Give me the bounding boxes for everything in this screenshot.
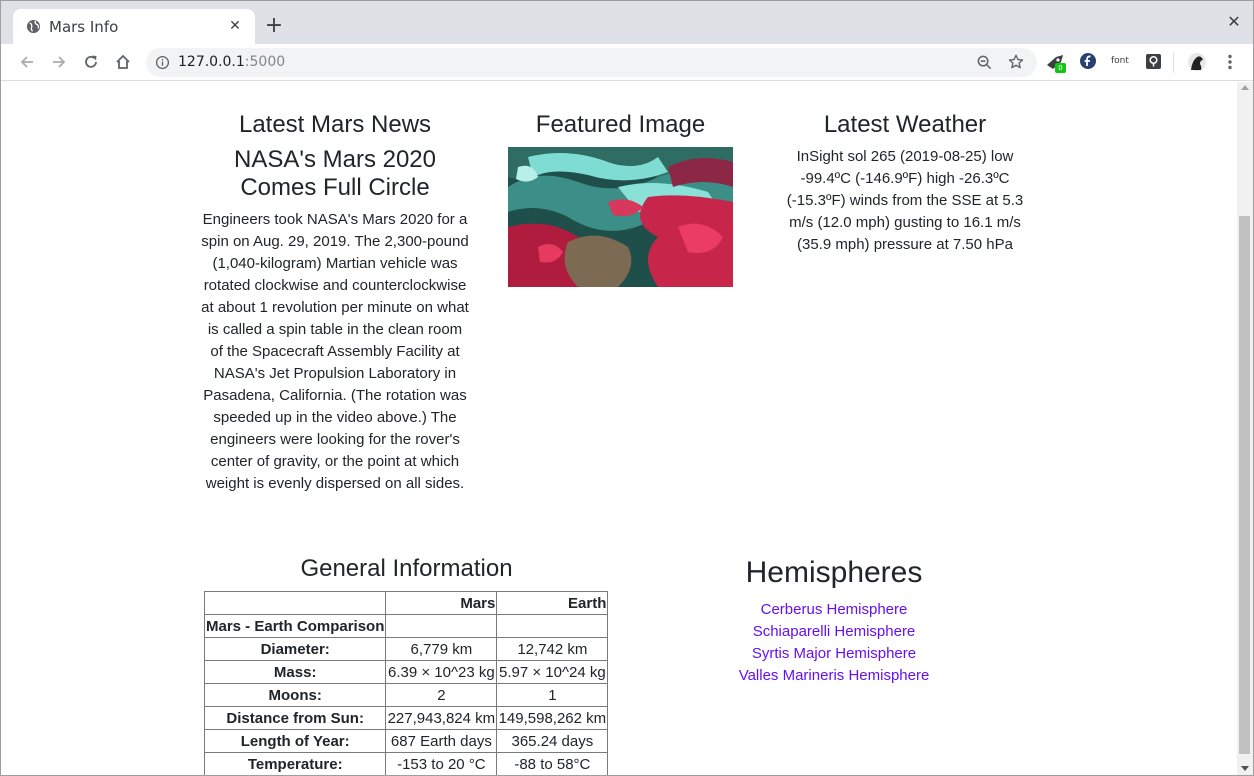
hemisphere-link-schiaparelli[interactable]: Schiaparelli Hemisphere: [734, 621, 934, 643]
bookmark-star-icon[interactable]: [1007, 53, 1025, 71]
window-close-icon[interactable]: ✕: [1225, 13, 1243, 31]
weather-report: InSight sol 265 (2019-08-25) low -99.4ºC…: [786, 148, 1024, 253]
news-headline: NASA's Mars 2020 Comes Full Circle: [234, 146, 436, 201]
table-index-header: Mars - Earth Comparison: [203, 614, 387, 638]
reload-button[interactable]: [80, 51, 102, 73]
table-row: Distance from Sun: 227,943,824 km 149,59…: [203, 706, 609, 730]
globe-icon: [26, 19, 41, 34]
extension-spaceship-icon[interactable]: 0: [1045, 51, 1067, 73]
table-empty-cell: [385, 614, 498, 638]
table-header-earth: Earth: [496, 591, 609, 615]
browser-window: Mars Info ✕ + ✕ 127.0.0.1:5000 0 font La…: [0, 0, 1254, 776]
table-cell-mars: 227,943,824 km: [385, 706, 498, 730]
back-arrow-icon: [20, 56, 33, 68]
table-row: Diameter: 6,779 km 12,742 km: [203, 637, 609, 661]
back-button[interactable]: [16, 51, 38, 73]
scrollbar-thumb[interactable]: [1239, 216, 1250, 754]
table-row-label: Length of Year:: [203, 729, 387, 753]
hemispheres-section-title: Hemispheres: [745, 556, 923, 589]
toolbar-separator: [1173, 53, 1174, 73]
profile-avatar[interactable]: [1186, 51, 1208, 73]
address-bar[interactable]: 127.0.0.1:5000: [146, 48, 1037, 77]
table-cell-earth: 12,742 km: [496, 637, 609, 661]
extension-font-label[interactable]: font: [1111, 56, 1129, 66]
hemisphere-link-valles-marineris[interactable]: Valles Marineris Hemisphere: [734, 665, 934, 687]
mars-earth-facts-table: Mars Earth Mars - Earth Comparison Diame…: [203, 591, 609, 775]
url-port: :5000: [244, 54, 286, 70]
tab-mars-info[interactable]: Mars Info ✕: [13, 9, 255, 44]
tab-title: Mars Info: [49, 18, 119, 36]
forward-arrow-icon: [53, 56, 66, 68]
featured-image-section-title: Featured Image: [535, 111, 706, 138]
table-cell-earth: 365.24 days: [496, 729, 609, 753]
table-row-label: Distance from Sun:: [203, 706, 387, 730]
hemisphere-link-syrtis-major[interactable]: Syrtis Major Hemisphere: [734, 643, 934, 665]
vertical-scrollbar[interactable]: [1237, 82, 1253, 775]
table-cell-mars: 2: [385, 683, 498, 707]
table-row-label: Mass:: [203, 660, 387, 684]
table-row-label: Temperature:: [203, 752, 387, 775]
info-icon[interactable]: [155, 55, 170, 70]
table-cell-mars: 6.39 × 10^23 kg: [385, 660, 498, 684]
home-button[interactable]: [112, 51, 134, 73]
tab-strip: Mars Info ✕ + ✕: [1, 1, 1253, 44]
new-tab-plus-icon[interactable]: +: [263, 15, 285, 37]
table-row: Mass: 6.39 × 10^23 kg 5.97 × 10^24 kg: [203, 660, 609, 684]
url-text[interactable]: 127.0.0.1:5000: [178, 54, 285, 70]
table-cell-earth: 149,598,262 km: [496, 706, 609, 730]
table-header-mars: Mars: [385, 591, 498, 615]
hemispheres-link-list: Cerberus Hemisphere Schiaparelli Hemisph…: [734, 599, 934, 687]
table-row-label: Diameter:: [203, 637, 387, 661]
table-cell-earth: 1: [496, 683, 609, 707]
table-cell-earth: -88 to 58°C: [496, 752, 609, 775]
facts-section-title: General Information: [300, 555, 513, 582]
hemisphere-link-cerberus[interactable]: Cerberus Hemisphere: [734, 599, 934, 621]
table-header-cell: [203, 591, 387, 615]
table-cell-mars: 6,779 km: [385, 637, 498, 661]
extension-bookmark-icon[interactable]: [1143, 51, 1165, 73]
forward-button[interactable]: [48, 51, 70, 73]
scroll-down-arrow-icon[interactable]: [1241, 766, 1249, 771]
page-viewport: Latest Mars News NASA's Mars 2020 Comes …: [1, 82, 1237, 775]
reload-icon: [85, 55, 97, 68]
table-cell-mars: 687 Earth days: [385, 729, 498, 753]
table-row: Moons: 2 1: [203, 683, 609, 707]
kebab-menu-icon[interactable]: [1220, 52, 1240, 72]
table-header-row: Mars Earth: [203, 591, 609, 615]
scroll-up-arrow-icon[interactable]: [1241, 85, 1249, 90]
table-row-label: Moons:: [203, 683, 387, 707]
table-cell-earth: 5.97 × 10^24 kg: [496, 660, 609, 684]
featured-image[interactable]: [508, 147, 733, 287]
tab-close-icon[interactable]: ✕: [227, 18, 243, 34]
table-row: Temperature: -153 to 20 °C -88 to 58°C: [203, 752, 609, 775]
extension-badge: 0: [1055, 63, 1066, 73]
zoom-out-icon[interactable]: [976, 54, 993, 71]
url-host: 127.0.0.1: [178, 54, 245, 70]
extension-fedora-icon[interactable]: [1078, 51, 1100, 73]
home-icon: [116, 54, 130, 69]
weather-section-title: Latest Weather: [823, 111, 987, 138]
table-index-row: Mars - Earth Comparison: [203, 614, 609, 638]
table-empty-cell: [496, 614, 609, 638]
table-cell-mars: -153 to 20 °C: [385, 752, 498, 775]
browser-toolbar: 127.0.0.1:5000 0 font: [1, 44, 1253, 81]
table-row: Length of Year: 687 Earth days 365.24 da…: [203, 729, 609, 753]
news-paragraph: Engineers took NASA's Mars 2020 for a sp…: [201, 211, 469, 492]
news-section-title: Latest Mars News: [238, 111, 432, 138]
